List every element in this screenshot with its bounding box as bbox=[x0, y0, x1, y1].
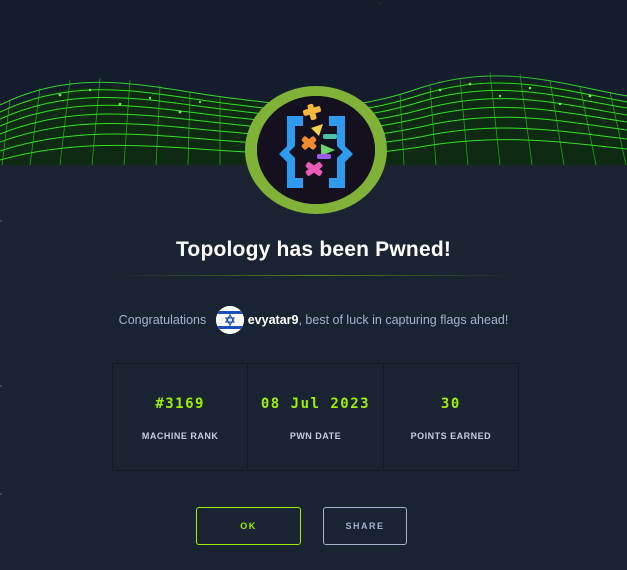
share-button[interactable]: SHARE bbox=[323, 507, 407, 545]
pwned-title: Topology has been Pwned! bbox=[175, 238, 452, 261]
congrats-suffix: , best of luck in capturing flags ahead! bbox=[298, 313, 509, 327]
israel-flag-icon bbox=[215, 306, 244, 334]
pwned-modal: Topology has been Pwned! Congratulations… bbox=[0, 0, 627, 570]
congrats-prefix: Congratulations bbox=[118, 313, 207, 327]
stat-value: #3169 bbox=[155, 396, 205, 412]
stat-machine-rank: #3169 MACHINE RANK bbox=[113, 364, 249, 470]
stat-value: 30 bbox=[440, 396, 461, 412]
stat-label: PWN DATE bbox=[289, 431, 342, 441]
edge-mark bbox=[0, 220, 2, 222]
stat-value: 08 Jul 2023 bbox=[260, 396, 371, 412]
congrats-username[interactable]: evyatar9 bbox=[248, 313, 299, 327]
congrats-message: Congratulations evyatar9, best of luck i… bbox=[0, 306, 627, 334]
stat-label: POINTS EARNED bbox=[410, 431, 492, 441]
topology-machine-icon bbox=[257, 96, 375, 204]
stat-points-earned: 30 POINTS EARNED bbox=[384, 364, 518, 470]
stat-pwn-date: 08 Jul 2023 PWN DATE bbox=[248, 364, 384, 470]
stats-panel: #3169 MACHINE RANK 08 Jul 2023 PWN DATE … bbox=[112, 363, 519, 471]
edge-mark bbox=[0, 493, 2, 495]
machine-avatar-ring bbox=[245, 86, 387, 214]
edge-mark bbox=[0, 385, 2, 387]
ok-button[interactable]: OK bbox=[196, 507, 301, 545]
title-divider bbox=[115, 275, 515, 276]
stat-label: MACHINE RANK bbox=[141, 431, 219, 441]
